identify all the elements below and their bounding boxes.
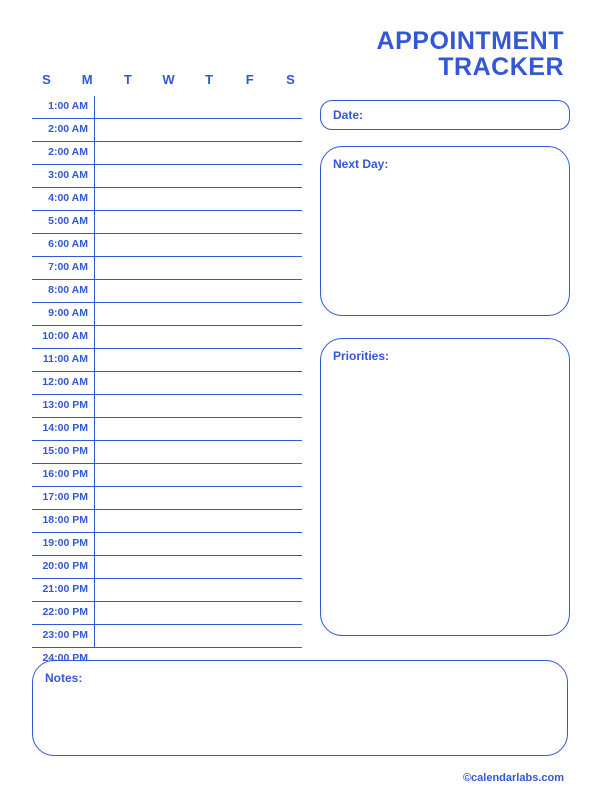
schedule-row[interactable]: 23:00 PM [32, 625, 302, 648]
day-header: S [40, 72, 54, 87]
schedule-row[interactable]: 7:00 AM [32, 257, 302, 280]
time-label: 17:00 PM [32, 491, 88, 503]
schedule-row[interactable]: 9:00 AM [32, 303, 302, 326]
time-label: 10:00 AM [32, 330, 88, 342]
day-header: T [203, 72, 217, 87]
time-label: 7:00 AM [32, 261, 88, 273]
schedule-row[interactable]: 2:00 AM [32, 119, 302, 142]
day-header: W [162, 72, 176, 87]
priorities-box[interactable]: Priorities: [320, 338, 570, 636]
schedule-row[interactable]: 2:00 AM [32, 142, 302, 165]
time-label: 20:00 PM [32, 560, 88, 572]
schedule-row[interactable]: 4:00 AM [32, 188, 302, 211]
schedule-row[interactable]: 22:00 PM [32, 602, 302, 625]
day-header: T [121, 72, 135, 87]
time-label: 9:00 AM [32, 307, 88, 319]
time-label: 6:00 AM [32, 238, 88, 250]
page-title: APPOINTMENT TRACKER [377, 28, 564, 81]
time-label: 23:00 PM [32, 629, 88, 641]
schedule-row[interactable]: 21:00 PM [32, 579, 302, 602]
next-day-box[interactable]: Next Day: [320, 146, 570, 316]
time-label: 18:00 PM [32, 514, 88, 526]
schedule-row[interactable]: 18:00 PM [32, 510, 302, 533]
date-box[interactable]: Date: [320, 100, 570, 130]
schedule-row[interactable]: 19:00 PM [32, 533, 302, 556]
schedule-row[interactable]: 3:00 AM [32, 165, 302, 188]
title-line1: APPOINTMENT [377, 28, 564, 54]
time-label: 1:00 AM [32, 100, 88, 112]
time-label: 3:00 AM [32, 169, 88, 181]
time-label: 19:00 PM [32, 537, 88, 549]
priorities-label: Priorities: [333, 349, 389, 363]
schedule-row[interactable]: 8:00 AM [32, 280, 302, 303]
day-header-row: S M T W T F S [40, 72, 298, 87]
time-label: 22:00 PM [32, 606, 88, 618]
day-header: F [243, 72, 257, 87]
schedule-row[interactable]: 5:00 AM [32, 211, 302, 234]
time-label: 11:00 AM [32, 353, 88, 365]
time-label: 5:00 AM [32, 215, 88, 227]
title-line2: TRACKER [377, 54, 564, 80]
schedule-row[interactable]: 15:00 PM [32, 441, 302, 464]
footer-credit: ©calendarlabs.com [463, 772, 564, 784]
schedule-row[interactable]: 1:00 AM [32, 96, 302, 119]
time-label: 14:00 PM [32, 422, 88, 434]
schedule-row[interactable]: 6:00 AM [32, 234, 302, 257]
schedule-row[interactable]: 11:00 AM [32, 349, 302, 372]
time-label: 8:00 AM [32, 284, 88, 296]
schedule-row[interactable]: 10:00 AM [32, 326, 302, 349]
time-label: 2:00 AM [32, 123, 88, 135]
notes-label: Notes: [45, 671, 82, 685]
schedule-row[interactable]: 20:00 PM [32, 556, 302, 579]
schedule-grid: 1:00 AM 2:00 AM 2:00 AM 3:00 AM 4:00 AM … [32, 96, 302, 648]
day-header: M [81, 72, 95, 87]
schedule-row[interactable]: 13:00 PM [32, 395, 302, 418]
day-header: S [284, 72, 298, 87]
next-day-label: Next Day: [333, 157, 388, 171]
schedule-row[interactable]: 14:00 PM [32, 418, 302, 441]
notes-box[interactable]: Notes: [32, 660, 568, 756]
time-label: 15:00 PM [32, 445, 88, 457]
time-label: 12:00 AM [32, 376, 88, 388]
schedule-row[interactable]: 17:00 PM [32, 487, 302, 510]
time-label: 13:00 PM [32, 399, 88, 411]
time-label: 4:00 AM [32, 192, 88, 204]
date-label: Date: [333, 108, 363, 122]
time-label: 16:00 PM [32, 468, 88, 480]
time-label: 21:00 PM [32, 583, 88, 595]
schedule-row[interactable]: 16:00 PM [32, 464, 302, 487]
schedule-row[interactable]: 12:00 AM [32, 372, 302, 395]
time-label: 2:00 AM [32, 146, 88, 158]
